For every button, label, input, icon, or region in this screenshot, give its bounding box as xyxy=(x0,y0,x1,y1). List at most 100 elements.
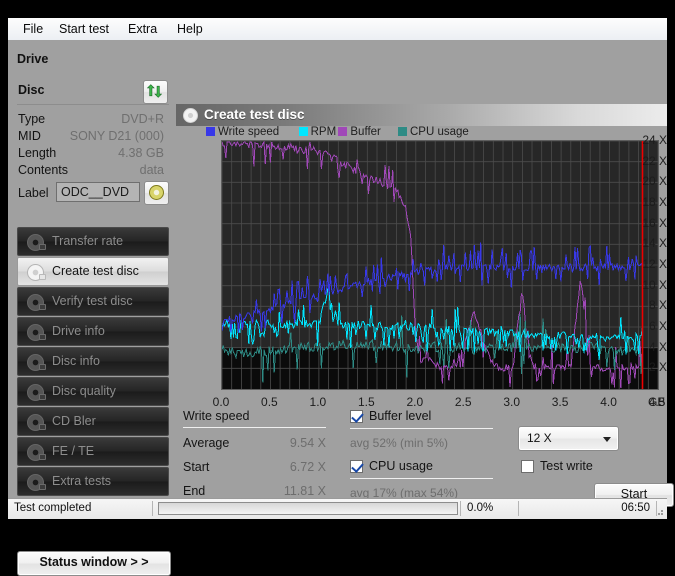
disc-icon xyxy=(183,108,198,123)
menu-item-help[interactable]: Help xyxy=(171,21,209,38)
menu-item-extra[interactable]: Extra xyxy=(122,21,163,38)
disc-icon xyxy=(27,294,46,311)
write-speed-select[interactable]: 12 X xyxy=(518,426,619,451)
resize-grip[interactable] xyxy=(654,506,664,516)
chart-y-tick: 24 X xyxy=(642,133,667,147)
buffer-level-label: Buffer level xyxy=(369,409,432,423)
stat-key-start: Start xyxy=(183,460,210,474)
divider xyxy=(152,501,153,516)
disc-icon xyxy=(27,414,46,431)
sidebar-item-disc-info[interactable]: Disc info xyxy=(17,347,169,376)
sidebar-item-label: Drive info xyxy=(52,324,105,338)
divider xyxy=(183,427,326,428)
stat-value-end: 11.81 X xyxy=(283,484,326,498)
sidebar-item-extra-tests[interactable]: Extra tests xyxy=(17,467,169,496)
disc-icon xyxy=(27,324,46,341)
menu-item-start-test[interactable]: Start test xyxy=(53,21,115,38)
test-write-checkbox[interactable] xyxy=(521,460,534,473)
legend-swatch xyxy=(206,127,215,136)
chevron-down-icon xyxy=(603,436,611,442)
test-write-label: Test write xyxy=(540,459,593,473)
disc-header: Disc xyxy=(17,79,169,104)
sidebar-item-label: Transfer rate xyxy=(52,234,124,248)
disc-field-key: Type xyxy=(18,112,46,126)
sidebar-item-create-test-disc[interactable]: Create test disc xyxy=(17,257,169,286)
divider xyxy=(460,501,461,516)
sidebar-item-transfer-rate[interactable]: Transfer rate xyxy=(17,227,169,256)
sidebar-item-drive-info[interactable]: Drive info xyxy=(17,317,169,346)
chart-x-tick: 1.5 xyxy=(357,395,375,409)
disc-icon xyxy=(27,234,46,251)
stat-key-end: End xyxy=(183,484,206,498)
legend-label: Buffer xyxy=(350,126,381,138)
disc-field-length: Length 4.38 GB xyxy=(8,146,176,163)
status-window-button-label: Status window > > xyxy=(39,555,149,569)
status-message: Test completed xyxy=(14,502,92,514)
chart-svg xyxy=(222,141,658,389)
drive-label: Drive xyxy=(17,52,49,66)
elapsed-time: 06:50 xyxy=(621,502,650,514)
divider xyxy=(350,428,493,429)
chart-y-tick: 18 X xyxy=(642,195,667,209)
legend-item[interactable]: Write speed xyxy=(206,126,279,138)
progress-percent: 0.0% xyxy=(467,502,494,514)
window-frame: File Start test Extra Help Drive (F:) PI… xyxy=(8,18,674,576)
buffer-level-checkbox[interactable] xyxy=(350,410,363,423)
sidebar-item-label: Disc info xyxy=(52,354,100,368)
legend-label: Write speed xyxy=(218,126,280,138)
disc-label-button[interactable] xyxy=(144,181,169,205)
chart-x-tick: 3.0 xyxy=(503,395,521,409)
disc-field-value: DVD+R xyxy=(121,112,164,126)
buffer-level-summary: avg 52% (min 5%) xyxy=(350,436,449,450)
sidebar-item-label: CD Bler xyxy=(52,414,96,428)
chart-y-tick: 12 X xyxy=(642,257,667,271)
chart-y-tick: 2 X xyxy=(648,360,667,375)
legend-item[interactable]: RPM xyxy=(298,126,337,138)
menu-item-file[interactable]: File xyxy=(17,21,49,38)
application-window: File Start test Extra Help Drive (F:) PI… xyxy=(0,0,675,576)
sidebar-item-disc-quality[interactable]: Disc quality xyxy=(17,377,169,406)
chart-x-tick: 2.5 xyxy=(454,395,472,409)
chart-x-tick: 2.0 xyxy=(406,395,424,409)
write-speed-header: Write speed xyxy=(183,409,250,423)
sidebar-item-label: Extra tests xyxy=(52,474,112,488)
disc-field-key: Length xyxy=(18,146,57,160)
legend-label: RPM xyxy=(310,126,337,138)
disc-icon xyxy=(27,474,46,491)
disc-label-input[interactable] xyxy=(56,182,140,202)
chart-x-tick: 4.0 xyxy=(600,395,617,409)
sidebar-item-fe-te[interactable]: FE / TE xyxy=(17,437,169,466)
disc-refresh-button[interactable] xyxy=(143,80,168,104)
progress-bar xyxy=(158,502,458,515)
chart-x-tick: 0.5 xyxy=(261,395,278,409)
menu-bar: File Start test Extra Help xyxy=(8,18,667,41)
chart-x-axis-unit: GB xyxy=(648,395,666,409)
test-nav-list: Transfer rate Create test disc Verify te… xyxy=(17,227,169,497)
status-window-button[interactable]: Status window > > xyxy=(17,551,171,576)
sidebar-item-label: FE / TE xyxy=(52,444,95,458)
main-panel: Create test disc Write speed RPM Buffer CPU… xyxy=(176,79,674,519)
sidebar-item-cd-bler[interactable]: CD Bler xyxy=(17,407,169,436)
chart-y-tick: 10 X xyxy=(642,277,667,292)
stat-key-average: Average xyxy=(183,436,230,450)
stat-value-average: 9.54 X xyxy=(289,436,326,450)
drive-toolbar: Drive (F:) PIONEER DVD-RW DVR-111L 8.29 … xyxy=(8,40,667,125)
chart-x-tick: 3.5 xyxy=(551,395,569,409)
legend-item[interactable]: Buffer xyxy=(338,126,381,138)
chart-y-tick: 8 X xyxy=(648,298,667,313)
divider xyxy=(17,104,169,105)
chart-y-tick: 14 X xyxy=(642,236,667,251)
sidebar-item-verify-test-disc[interactable]: Verify test disc xyxy=(17,287,169,316)
legend-item[interactable]: CPU usage xyxy=(398,126,469,138)
legend-swatch xyxy=(338,127,348,136)
chart-x-tick: 0.0 xyxy=(212,395,230,409)
disc-field-value: SONY D21 (000) xyxy=(69,129,164,143)
disc-field-mid: MID SONY D21 (000) xyxy=(8,129,176,146)
cpu-usage-checkbox[interactable] xyxy=(350,460,363,473)
chart-y-tick: 20 X xyxy=(642,174,667,189)
divider xyxy=(350,478,493,479)
chart-plot-area[interactable] xyxy=(221,140,659,390)
disc-icon xyxy=(149,185,164,200)
status-bar: Test completed 0.0% 06:50 xyxy=(8,498,667,519)
disc-field-contents: Contents data xyxy=(8,163,176,180)
